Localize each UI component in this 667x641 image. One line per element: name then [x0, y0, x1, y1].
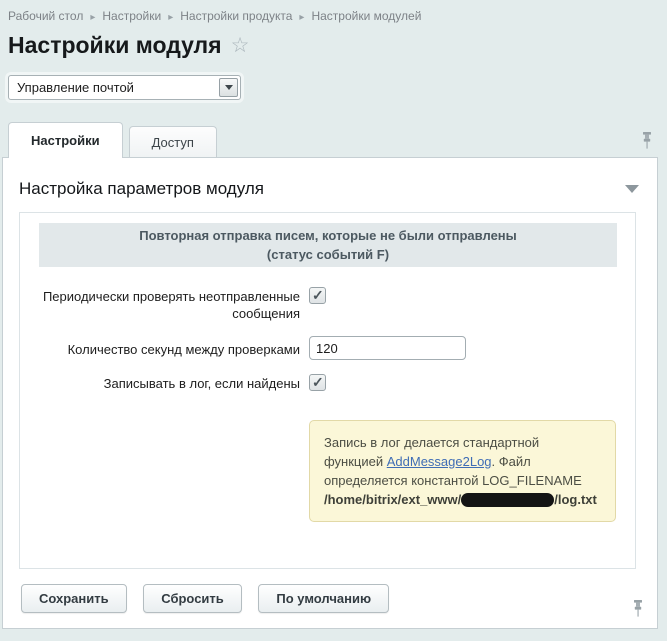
title-row: Настройки модуля ☆: [0, 23, 667, 59]
page-title: Настройки модуля: [8, 32, 222, 59]
form-row-check-interval: Количество секунд между проверками: [39, 336, 617, 360]
section-title: Настройка параметров модуля: [19, 179, 264, 199]
tabstrip: Настройки Доступ: [0, 121, 667, 157]
log-file-path: /home/bitrix/ext_www/ /log.txt: [324, 490, 601, 509]
field-label: Количество секунд между проверками: [39, 336, 309, 358]
log-note-box: Запись в лог делается стандартной функци…: [309, 420, 616, 522]
field-label: Записывать в лог, если найдены: [39, 374, 309, 392]
breadcrumb-separator-icon: ▸: [168, 12, 173, 23]
field-label-empty: [39, 420, 309, 421]
addmessage2log-link[interactable]: AddMessage2Log: [387, 454, 492, 469]
log-path-prefix: /home/bitrix/ext_www/: [324, 492, 461, 507]
breadcrumb: Рабочий стол ▸ Настройки ▸ Настройки продукт…: [0, 0, 667, 23]
pin-icon[interactable]: [641, 132, 653, 149]
select-dropdown-button[interactable]: [219, 78, 238, 97]
tab-settings[interactable]: Настройки: [8, 122, 123, 158]
collapse-section-icon[interactable]: [625, 185, 639, 193]
form-row-write-log: Записывать в лог, если найдены: [39, 374, 617, 392]
pin-icon: [632, 600, 644, 617]
write-log-checkbox[interactable]: [309, 374, 326, 391]
default-button[interactable]: По умолчанию: [258, 584, 389, 613]
form-heading-line1: Повторная отправка писем, которые не был…: [49, 226, 607, 245]
redacted-text: [461, 493, 554, 507]
field-label: Периодически проверять неотправленные со…: [39, 287, 309, 322]
save-button[interactable]: Сохранить: [21, 584, 127, 613]
favorite-star-icon[interactable]: ☆: [231, 35, 250, 56]
reset-button[interactable]: Сбросить: [143, 584, 242, 613]
form-row-note: Запись в лог делается стандартной функци…: [39, 420, 617, 522]
chevron-down-icon: [225, 85, 233, 90]
button-row: Сохранить Сбросить По умолчанию: [19, 584, 657, 613]
module-select[interactable]: Управление почтой: [8, 75, 241, 100]
breadcrumb-item-settings[interactable]: Настройки: [102, 9, 161, 23]
pin-icon: [641, 132, 653, 149]
check-interval-input[interactable]: [309, 336, 466, 360]
breadcrumb-separator-icon: ▸: [299, 12, 304, 23]
module-select-value: Управление почтой: [9, 80, 134, 95]
breadcrumb-separator-icon: ▸: [90, 12, 95, 23]
form-heading-line2: (статус событий F): [49, 245, 607, 264]
tab-access[interactable]: Доступ: [129, 126, 217, 157]
form-row-periodic-check: Периодически проверять неотправленные со…: [39, 287, 617, 322]
breadcrumb-item-product-settings[interactable]: Настройки продукта: [180, 9, 292, 23]
breadcrumb-item-module-settings[interactable]: Настройки модулей: [311, 9, 421, 23]
settings-panel: Настройка параметров модуля Повторная от…: [2, 157, 658, 629]
form-heading: Повторная отправка писем, которые не был…: [39, 223, 617, 267]
log-path-suffix: /log.txt: [554, 492, 597, 507]
module-settings-form: Повторная отправка писем, которые не был…: [19, 212, 636, 569]
breadcrumb-item-desktop[interactable]: Рабочий стол: [8, 9, 83, 23]
section-header: Настройка параметров модуля: [3, 158, 657, 199]
periodic-check-checkbox[interactable]: [309, 287, 326, 304]
pin-icon[interactable]: [632, 600, 644, 617]
